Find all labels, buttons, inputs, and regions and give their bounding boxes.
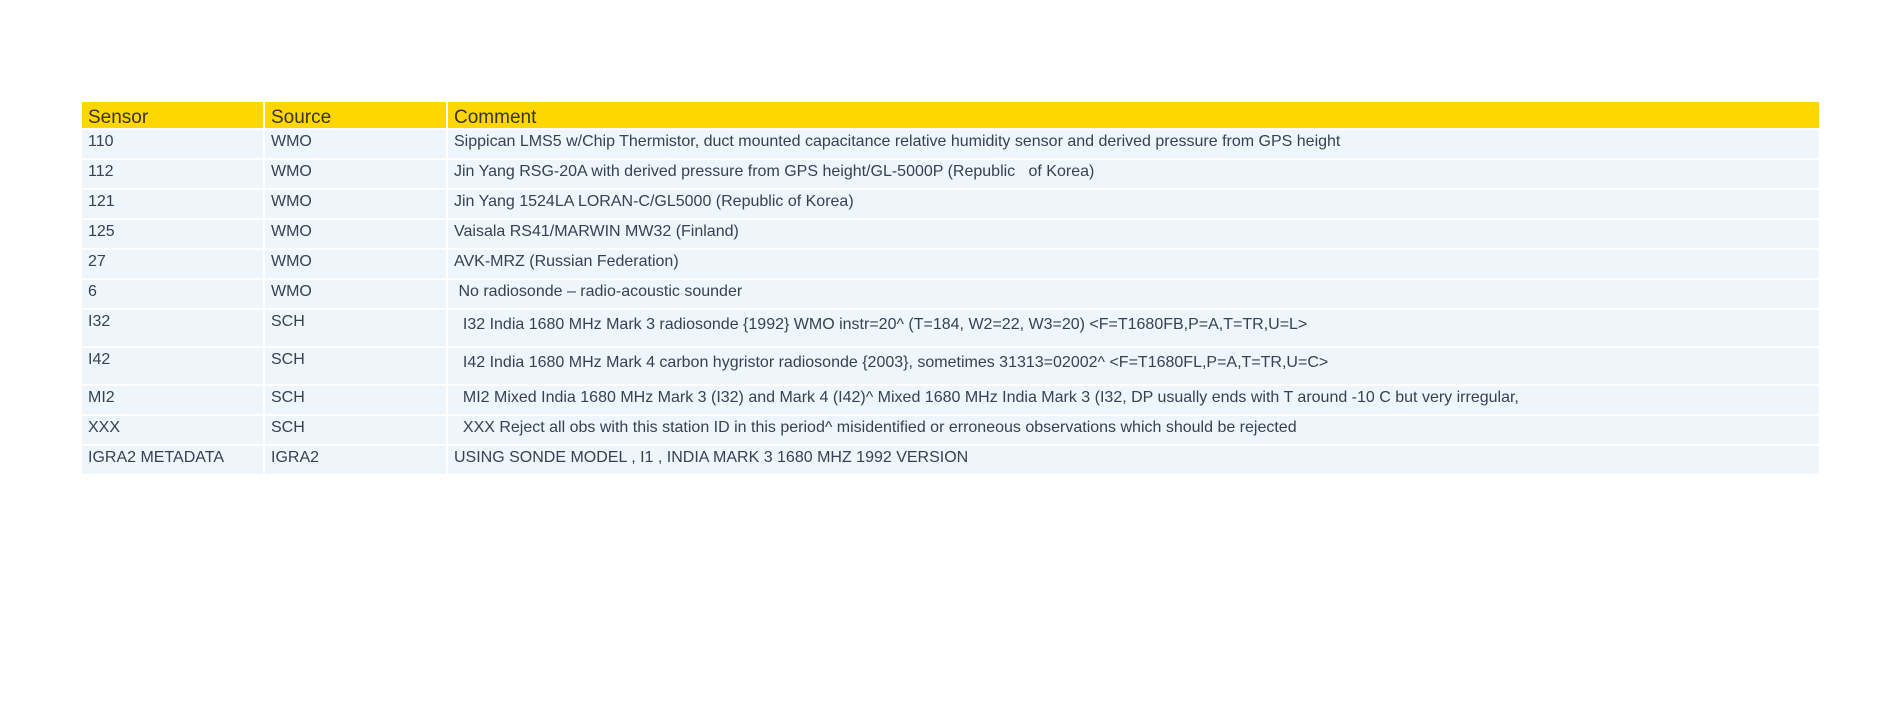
table-row: 112 WMO Jin Yang RSG-20A with derived pr… (82, 160, 1819, 188)
sensor-table: Sensor Source Comment 110 WMO Sippican L… (80, 100, 1821, 476)
comment-cell: Jin Yang 1524LA LORAN-C/GL5000 (Republic… (448, 190, 1819, 218)
sensor-cell: 110 (82, 130, 263, 158)
table-row: I32 SCH I32 India 1680 MHz Mark 3 radios… (82, 310, 1819, 346)
comment-cell: No radiosonde – radio-acoustic sounder (448, 280, 1819, 308)
header-sensor: Sensor (82, 102, 263, 128)
comment-cell: AVK-MRZ (Russian Federation) (448, 250, 1819, 278)
sensor-cell: I32 (82, 310, 263, 346)
comment-cell: I32 India 1680 MHz Mark 3 radiosonde {19… (448, 310, 1819, 346)
sensor-cell: I42 (82, 348, 263, 384)
comment-cell: USING SONDE MODEL , I1 , INDIA MARK 3 16… (448, 446, 1819, 474)
header-comment: Comment (448, 102, 1819, 128)
sensor-cell: 112 (82, 160, 263, 188)
sensor-cell: 6 (82, 280, 263, 308)
source-cell: IGRA2 (265, 446, 446, 474)
source-cell: WMO (265, 220, 446, 248)
header-row: Sensor Source Comment (82, 102, 1819, 128)
source-cell: SCH (265, 386, 446, 414)
table-row: I42 SCH I42 India 1680 MHz Mark 4 carbon… (82, 348, 1819, 384)
table-row: XXX SCH XXX Reject all obs with this sta… (82, 416, 1819, 444)
table-row: MI2 SCH MI2 Mixed India 1680 MHz Mark 3 … (82, 386, 1819, 414)
source-cell: SCH (265, 416, 446, 444)
source-cell: WMO (265, 130, 446, 158)
comment-cell: Vaisala RS41/MARWIN MW32 (Finland) (448, 220, 1819, 248)
table-row: 27 WMO AVK-MRZ (Russian Federation) (82, 250, 1819, 278)
table-row: 110 WMO Sippican LMS5 w/Chip Thermistor,… (82, 130, 1819, 158)
sensor-cell: 27 (82, 250, 263, 278)
source-cell: SCH (265, 310, 446, 346)
table-row: 121 WMO Jin Yang 1524LA LORAN-C/GL5000 (… (82, 190, 1819, 218)
source-cell: WMO (265, 280, 446, 308)
sensor-cell: 121 (82, 190, 263, 218)
source-cell: WMO (265, 250, 446, 278)
source-cell: WMO (265, 160, 446, 188)
source-cell: SCH (265, 348, 446, 384)
comment-cell: Jin Yang RSG-20A with derived pressure f… (448, 160, 1819, 188)
table-row: 6 WMO No radiosonde – radio-acoustic sou… (82, 280, 1819, 308)
source-cell: WMO (265, 190, 446, 218)
sensor-cell: IGRA2 METADATA (82, 446, 263, 474)
comment-cell: MI2 Mixed India 1680 MHz Mark 3 (I32) an… (448, 386, 1819, 414)
comment-cell: I42 India 1680 MHz Mark 4 carbon hygrist… (448, 348, 1819, 384)
comment-cell: XXX Reject all obs with this station ID … (448, 416, 1819, 444)
table-row: IGRA2 METADATA IGRA2 USING SONDE MODEL ,… (82, 446, 1819, 474)
sensor-cell: XXX (82, 416, 263, 444)
sensor-cell: 125 (82, 220, 263, 248)
sensor-cell: MI2 (82, 386, 263, 414)
comment-cell: Sippican LMS5 w/Chip Thermistor, duct mo… (448, 130, 1819, 158)
header-source: Source (265, 102, 446, 128)
table-row: 125 WMO Vaisala RS41/MARWIN MW32 (Finlan… (82, 220, 1819, 248)
